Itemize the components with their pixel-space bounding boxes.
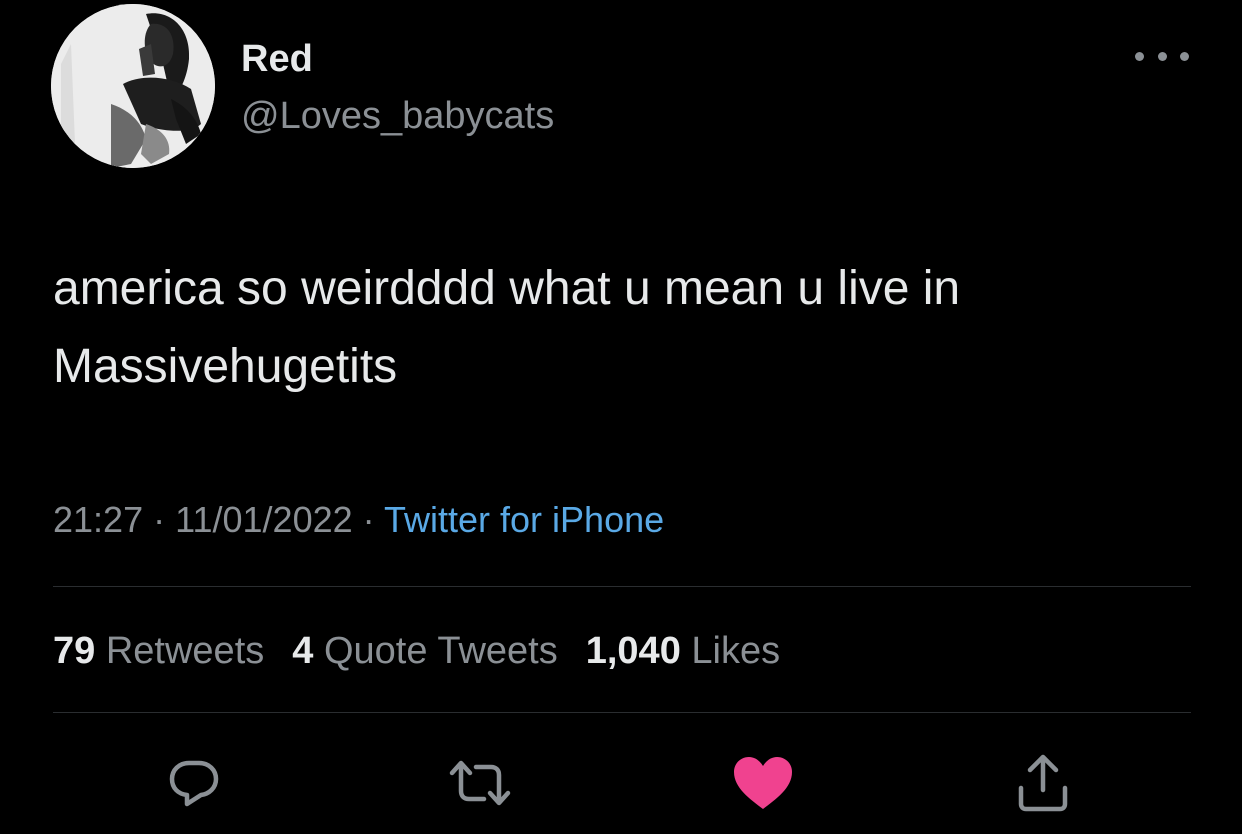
reply-icon xyxy=(169,760,219,807)
likes-stat[interactable]: 1,040 Likes xyxy=(586,630,780,672)
retweet-icon xyxy=(449,760,511,806)
display-name[interactable]: Red xyxy=(241,36,313,82)
retweets-stat[interactable]: 79 Retweets xyxy=(53,630,264,672)
retweet-button[interactable] xyxy=(440,748,520,818)
retweets-label: Retweets xyxy=(105,630,265,672)
divider xyxy=(53,586,1191,587)
avatar-photo xyxy=(51,4,215,168)
likes-count: 1,040 xyxy=(585,630,681,672)
divider xyxy=(53,712,1191,713)
more-dot-icon xyxy=(1135,51,1144,61)
tweet-source-link[interactable]: Twitter for iPhone xyxy=(384,499,664,540)
quote-tweets-stat[interactable]: 4 Quote Tweets xyxy=(292,630,557,672)
quotes-count: 4 xyxy=(292,630,314,672)
more-dot-icon xyxy=(1180,51,1189,61)
tweet-time[interactable]: 21:27 xyxy=(53,499,143,540)
likes-label: Likes xyxy=(691,630,781,672)
user-handle[interactable]: @Loves_babycats xyxy=(241,93,554,139)
reply-button[interactable] xyxy=(154,748,234,818)
heart-icon xyxy=(734,757,792,809)
meta-separator: · xyxy=(362,499,375,540)
quotes-label: Quote Tweets xyxy=(323,630,558,672)
tweet-date[interactable]: 11/01/2022 xyxy=(175,499,353,540)
more-options-button[interactable] xyxy=(1135,44,1189,68)
tweet-text: america so weirdddd what u mean u live i… xyxy=(53,262,961,393)
tweet-stats: 79 Retweets 4 Quote Tweets 1,040 Likes xyxy=(53,626,808,676)
share-button[interactable] xyxy=(1003,748,1083,818)
tweet-meta: 21:27 · 11/01/2022 · Twitter for iPhone xyxy=(53,496,664,544)
meta-separator: · xyxy=(153,499,166,540)
like-button[interactable] xyxy=(723,748,803,818)
retweets-count: 79 xyxy=(53,630,96,672)
share-icon xyxy=(1018,754,1068,812)
avatar[interactable] xyxy=(51,4,215,168)
more-dot-icon xyxy=(1157,51,1167,61)
